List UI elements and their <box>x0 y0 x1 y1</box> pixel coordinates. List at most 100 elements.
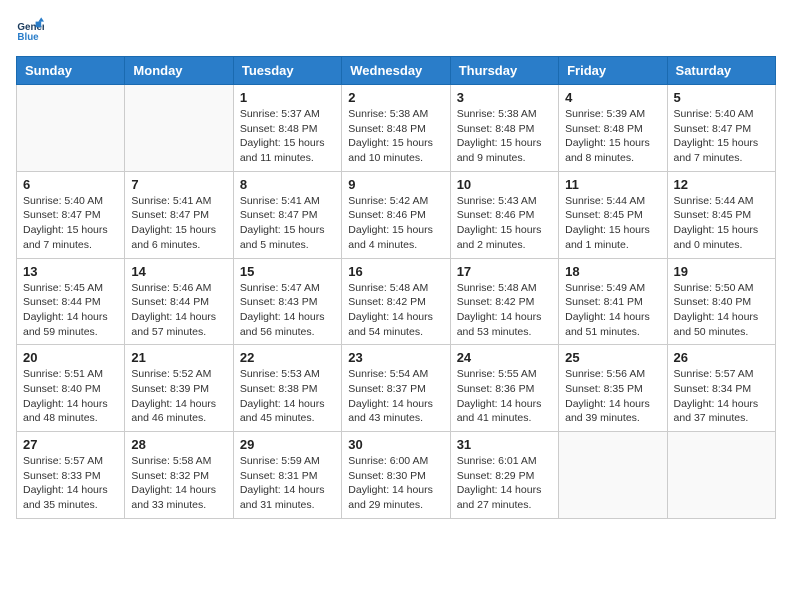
day-info: Sunrise: 5:40 AM Sunset: 8:47 PM Dayligh… <box>23 194 118 253</box>
calendar-cell: 18 Sunrise: 5:49 AM Sunset: 8:41 PM Dayli… <box>559 258 667 345</box>
day-number: 22 <box>240 350 335 365</box>
day-info: Sunrise: 5:49 AM Sunset: 8:41 PM Dayligh… <box>565 281 660 340</box>
day-number: 27 <box>23 437 118 452</box>
calendar-cell: 14 Sunrise: 5:46 AM Sunset: 8:44 PM Dayli… <box>125 258 233 345</box>
day-number: 6 <box>23 177 118 192</box>
day-number: 15 <box>240 264 335 279</box>
calendar-cell: 11Sunrise: 5:44 AM Sunset: 8:45 PM Dayli… <box>559 171 667 258</box>
day-number: 28 <box>131 437 226 452</box>
logo-icon: General Blue <box>16 16 44 44</box>
calendar-cell: 31 Sunrise: 6:01 AM Sunset: 8:29 PM Dayli… <box>450 432 558 519</box>
calendar-cell: 28 Sunrise: 5:58 AM Sunset: 8:32 PM Dayli… <box>125 432 233 519</box>
day-info: Sunrise: 5:39 AM Sunset: 8:48 PM Dayligh… <box>565 107 660 166</box>
day-number: 25 <box>565 350 660 365</box>
day-number: 2 <box>348 90 443 105</box>
day-info: Sunrise: 5:42 AM Sunset: 8:46 PM Dayligh… <box>348 194 443 253</box>
day-info: Sunrise: 5:55 AM Sunset: 8:36 PM Dayligh… <box>457 367 552 426</box>
calendar-cell: 10 Sunrise: 5:43 AM Sunset: 8:46 PM Dayli… <box>450 171 558 258</box>
day-info: Sunrise: 5:41 AM Sunset: 8:47 PM Dayligh… <box>131 194 226 253</box>
calendar-cell: 24Sunrise: 5:55 AM Sunset: 8:36 PM Dayli… <box>450 345 558 432</box>
calendar-cell: 3 Sunrise: 5:38 AM Sunset: 8:48 PM Daylig… <box>450 85 558 172</box>
day-info: Sunrise: 5:46 AM Sunset: 8:44 PM Dayligh… <box>131 281 226 340</box>
day-info: Sunrise: 6:01 AM Sunset: 8:29 PM Dayligh… <box>457 454 552 513</box>
calendar-cell: 23 Sunrise: 5:54 AM Sunset: 8:37 PM Dayli… <box>342 345 450 432</box>
day-number: 8 <box>240 177 335 192</box>
day-info: Sunrise: 5:38 AM Sunset: 8:48 PM Dayligh… <box>457 107 552 166</box>
calendar-cell: 26 Sunrise: 5:57 AM Sunset: 8:34 PM Dayli… <box>667 345 775 432</box>
svg-text:Blue: Blue <box>17 32 39 43</box>
day-info: Sunrise: 5:58 AM Sunset: 8:32 PM Dayligh… <box>131 454 226 513</box>
day-number: 5 <box>674 90 769 105</box>
calendar-cell: 20 Sunrise: 5:51 AM Sunset: 8:40 PM Dayli… <box>17 345 125 432</box>
day-info: Sunrise: 5:38 AM Sunset: 8:48 PM Dayligh… <box>348 107 443 166</box>
col-header-thursday: Thursday <box>450 57 558 85</box>
day-info: Sunrise: 5:54 AM Sunset: 8:37 PM Dayligh… <box>348 367 443 426</box>
day-number: 20 <box>23 350 118 365</box>
calendar-cell: 2 Sunrise: 5:38 AM Sunset: 8:48 PM Daylig… <box>342 85 450 172</box>
calendar-cell: 13Sunrise: 5:45 AM Sunset: 8:44 PM Dayli… <box>17 258 125 345</box>
calendar-cell: 7 Sunrise: 5:41 AM Sunset: 8:47 PM Daylig… <box>125 171 233 258</box>
day-number: 9 <box>348 177 443 192</box>
calendar-cell: 1Sunrise: 5:37 AM Sunset: 8:48 PM Daylig… <box>233 85 341 172</box>
calendar-week-row: 6 Sunrise: 5:40 AM Sunset: 8:47 PM Daylig… <box>17 171 776 258</box>
day-number: 11 <box>565 177 660 192</box>
day-number: 7 <box>131 177 226 192</box>
calendar-cell: 30 Sunrise: 6:00 AM Sunset: 8:30 PM Dayli… <box>342 432 450 519</box>
calendar-cell: 8Sunrise: 5:41 AM Sunset: 8:47 PM Daylig… <box>233 171 341 258</box>
col-header-tuesday: Tuesday <box>233 57 341 85</box>
day-info: Sunrise: 5:37 AM Sunset: 8:48 PM Dayligh… <box>240 107 335 166</box>
day-number: 3 <box>457 90 552 105</box>
col-header-saturday: Saturday <box>667 57 775 85</box>
day-info: Sunrise: 5:50 AM Sunset: 8:40 PM Dayligh… <box>674 281 769 340</box>
day-info: Sunrise: 5:43 AM Sunset: 8:46 PM Dayligh… <box>457 194 552 253</box>
day-number: 31 <box>457 437 552 452</box>
calendar-cell: 22 Sunrise: 5:53 AM Sunset: 8:38 PM Dayli… <box>233 345 341 432</box>
calendar-cell: 16 Sunrise: 5:48 AM Sunset: 8:42 PM Dayli… <box>342 258 450 345</box>
calendar-week-row: 13Sunrise: 5:45 AM Sunset: 8:44 PM Dayli… <box>17 258 776 345</box>
day-info: Sunrise: 5:44 AM Sunset: 8:45 PM Dayligh… <box>674 194 769 253</box>
col-header-wednesday: Wednesday <box>342 57 450 85</box>
day-number: 10 <box>457 177 552 192</box>
calendar-header-row: SundayMondayTuesdayWednesdayThursdayFrid… <box>17 57 776 85</box>
day-number: 26 <box>674 350 769 365</box>
calendar-cell: 21Sunrise: 5:52 AM Sunset: 8:39 PM Dayli… <box>125 345 233 432</box>
calendar-cell: 4Sunrise: 5:39 AM Sunset: 8:48 PM Daylig… <box>559 85 667 172</box>
calendar-cell: 27Sunrise: 5:57 AM Sunset: 8:33 PM Dayli… <box>17 432 125 519</box>
col-header-friday: Friday <box>559 57 667 85</box>
calendar-cell <box>125 85 233 172</box>
day-number: 23 <box>348 350 443 365</box>
day-info: Sunrise: 5:56 AM Sunset: 8:35 PM Dayligh… <box>565 367 660 426</box>
day-number: 14 <box>131 264 226 279</box>
calendar-cell: 17Sunrise: 5:48 AM Sunset: 8:42 PM Dayli… <box>450 258 558 345</box>
calendar-cell: 15 Sunrise: 5:47 AM Sunset: 8:43 PM Dayli… <box>233 258 341 345</box>
calendar-cell <box>559 432 667 519</box>
page-header: General Blue <box>16 16 776 44</box>
calendar-table: SundayMondayTuesdayWednesdayThursdayFrid… <box>16 56 776 519</box>
day-number: 30 <box>348 437 443 452</box>
day-number: 16 <box>348 264 443 279</box>
calendar-week-row: 1Sunrise: 5:37 AM Sunset: 8:48 PM Daylig… <box>17 85 776 172</box>
day-number: 17 <box>457 264 552 279</box>
col-header-sunday: Sunday <box>17 57 125 85</box>
calendar-cell: 6 Sunrise: 5:40 AM Sunset: 8:47 PM Daylig… <box>17 171 125 258</box>
day-number: 19 <box>674 264 769 279</box>
day-info: Sunrise: 5:47 AM Sunset: 8:43 PM Dayligh… <box>240 281 335 340</box>
day-number: 12 <box>674 177 769 192</box>
calendar-cell: 25 Sunrise: 5:56 AM Sunset: 8:35 PM Dayli… <box>559 345 667 432</box>
day-number: 29 <box>240 437 335 452</box>
day-number: 18 <box>565 264 660 279</box>
calendar-cell: 19 Sunrise: 5:50 AM Sunset: 8:40 PM Dayli… <box>667 258 775 345</box>
calendar-cell <box>667 432 775 519</box>
day-info: Sunrise: 5:45 AM Sunset: 8:44 PM Dayligh… <box>23 281 118 340</box>
calendar-cell: 12 Sunrise: 5:44 AM Sunset: 8:45 PM Dayli… <box>667 171 775 258</box>
day-info: Sunrise: 5:51 AM Sunset: 8:40 PM Dayligh… <box>23 367 118 426</box>
day-info: Sunrise: 5:53 AM Sunset: 8:38 PM Dayligh… <box>240 367 335 426</box>
calendar-cell: 9 Sunrise: 5:42 AM Sunset: 8:46 PM Daylig… <box>342 171 450 258</box>
day-info: Sunrise: 5:48 AM Sunset: 8:42 PM Dayligh… <box>348 281 443 340</box>
day-info: Sunrise: 5:59 AM Sunset: 8:31 PM Dayligh… <box>240 454 335 513</box>
day-info: Sunrise: 6:00 AM Sunset: 8:30 PM Dayligh… <box>348 454 443 513</box>
day-number: 21 <box>131 350 226 365</box>
day-info: Sunrise: 5:57 AM Sunset: 8:34 PM Dayligh… <box>674 367 769 426</box>
calendar-cell: 29 Sunrise: 5:59 AM Sunset: 8:31 PM Dayli… <box>233 432 341 519</box>
logo: General Blue <box>16 16 48 44</box>
